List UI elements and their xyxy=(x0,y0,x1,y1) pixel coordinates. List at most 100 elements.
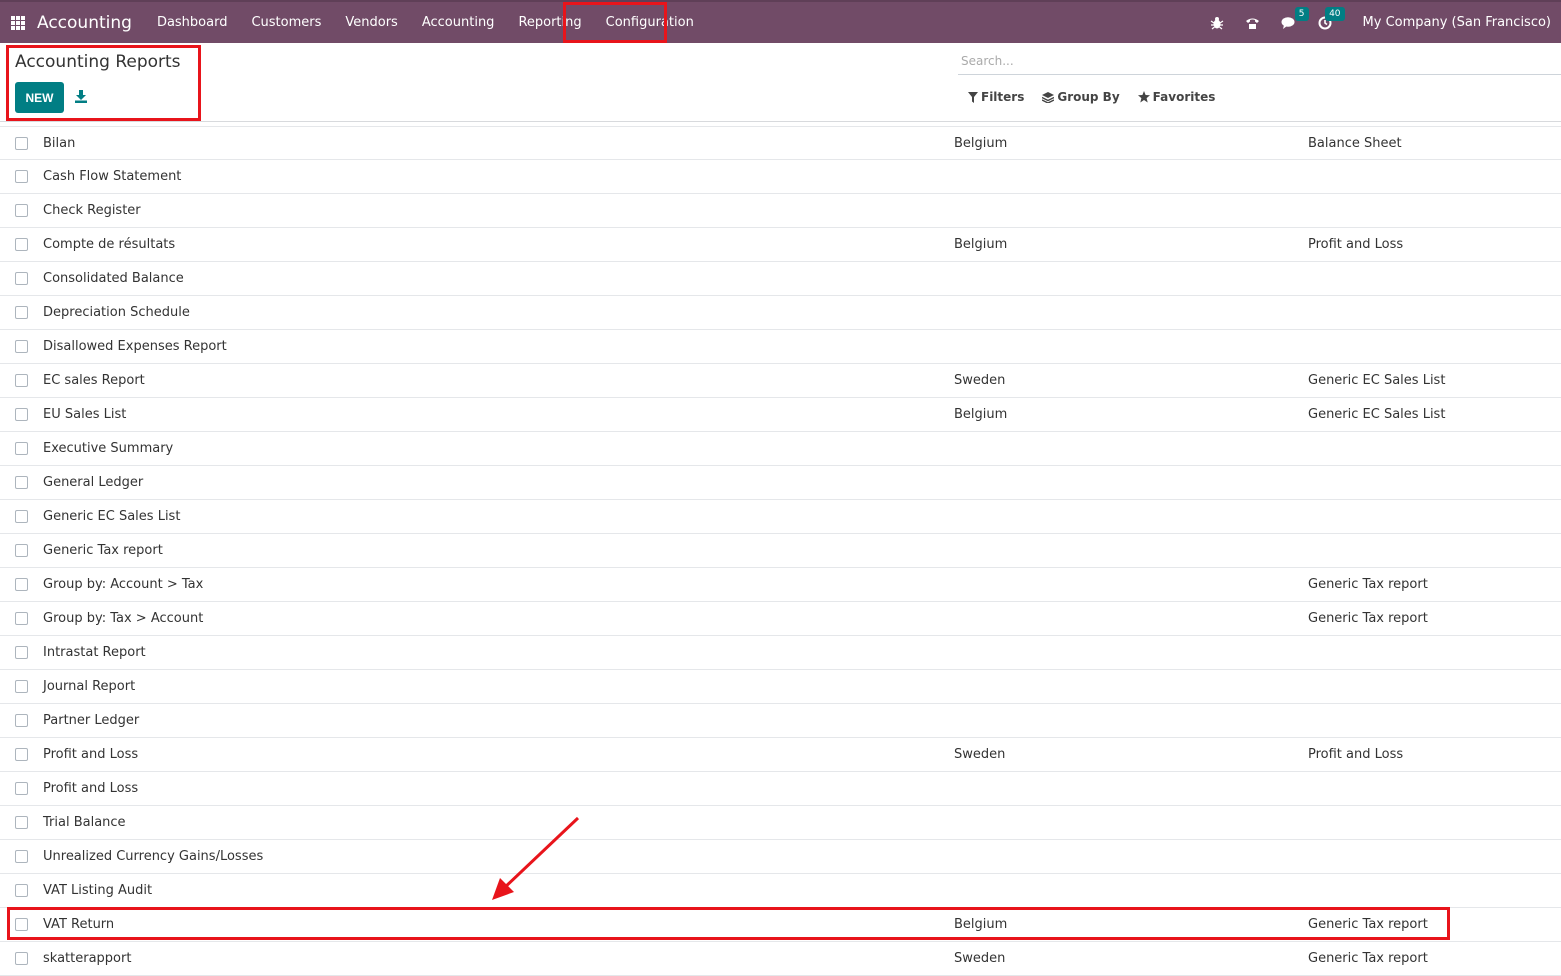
favorites-toggle[interactable]: Favorites xyxy=(1137,90,1215,104)
row-checkbox[interactable] xyxy=(15,476,28,489)
filters-toggle[interactable]: Filters xyxy=(968,90,1024,104)
row-checkbox[interactable] xyxy=(15,374,28,387)
row-checkbox[interactable] xyxy=(15,170,28,183)
download-icon[interactable] xyxy=(74,89,88,105)
row-checkbox[interactable] xyxy=(15,918,28,931)
menu-customers[interactable]: Customers xyxy=(239,2,333,43)
row-checkbox[interactable] xyxy=(15,204,28,217)
table-row[interactable]: Intrastat Report xyxy=(0,636,1561,670)
table-row[interactable]: Consolidated Balance xyxy=(0,262,1561,296)
menu-accounting[interactable]: Accounting xyxy=(410,2,507,43)
row-checkbox[interactable] xyxy=(15,748,28,761)
report-name: Journal Report xyxy=(43,679,136,694)
report-root: Generic Tax report xyxy=(1308,951,1428,966)
report-name: VAT Return xyxy=(43,917,115,932)
menu-vendors[interactable]: Vendors xyxy=(333,2,409,43)
filter-icon xyxy=(968,91,978,103)
star-icon xyxy=(1137,91,1150,103)
report-root: Generic EC Sales List xyxy=(1308,407,1446,422)
row-checkbox[interactable] xyxy=(15,306,28,319)
row-checkbox[interactable] xyxy=(15,850,28,863)
table-row[interactable]: Group by: Tax > Account Generic Tax repor… xyxy=(0,602,1561,636)
row-checkbox[interactable] xyxy=(15,952,28,965)
report-country: Sweden xyxy=(954,747,1006,762)
row-checkbox[interactable] xyxy=(15,714,28,727)
phone-icon[interactable] xyxy=(1245,15,1261,31)
table-row[interactable]: Executive Summary xyxy=(0,432,1561,466)
new-button[interactable]: NEW xyxy=(15,82,64,113)
table-row[interactable]: Cash Flow Statement xyxy=(0,160,1561,194)
search-input[interactable] xyxy=(958,47,1561,74)
row-checkbox[interactable] xyxy=(15,782,28,795)
navbar-systray: 5 40 My Company (San Francisco) xyxy=(1199,2,1551,43)
company-switcher[interactable]: My Company (San Francisco) xyxy=(1363,15,1551,30)
apps-grid-icon[interactable] xyxy=(11,15,25,30)
row-checkbox[interactable] xyxy=(15,578,28,591)
table-row[interactable]: Profit and Loss xyxy=(0,772,1561,806)
report-country: Belgium xyxy=(954,135,1008,151)
table-row[interactable]: Unrealized Currency Gains/Losses xyxy=(0,840,1561,874)
table-row[interactable]: Generic EC Sales List xyxy=(0,500,1561,534)
row-checkbox[interactable] xyxy=(15,884,28,897)
table-row[interactable]: VAT Return Belgium Generic Tax report xyxy=(0,908,1561,942)
row-checkbox[interactable] xyxy=(15,238,28,251)
row-checkbox[interactable] xyxy=(15,612,28,625)
table-row[interactable]: Generic Tax report xyxy=(0,534,1561,568)
report-name: Group by: Account > Tax xyxy=(43,577,204,592)
report-name: Generic EC Sales List xyxy=(43,509,181,524)
row-checkbox[interactable] xyxy=(15,442,28,455)
report-name: Disallowed Expenses Report xyxy=(43,339,227,354)
row-checkbox[interactable] xyxy=(15,272,28,285)
report-name: Bilan xyxy=(43,135,76,151)
table-row[interactable]: EC sales Report Sweden Generic EC Sales Li… xyxy=(0,364,1561,398)
top-navbar: Accounting Dashboard Customers Vendors A… xyxy=(0,0,1561,43)
report-name: Profit and Loss xyxy=(43,747,139,762)
chat-icon[interactable]: 5 xyxy=(1281,6,1309,31)
report-list: Bilan Belgium Balance Sheet Cash Flow Stat… xyxy=(0,126,1561,976)
row-checkbox[interactable] xyxy=(15,408,28,421)
annotation-arrow-icon xyxy=(492,816,580,900)
report-root: Generic Tax report xyxy=(1308,577,1428,592)
report-name: skatterapport xyxy=(43,951,132,966)
row-checkbox[interactable] xyxy=(15,646,28,659)
app-name[interactable]: Accounting xyxy=(37,13,132,33)
table-row[interactable]: EU Sales List Belgium Generic EC Sales Lis… xyxy=(0,398,1561,432)
menu-reporting[interactable]: Reporting xyxy=(506,2,593,43)
page-title: Accounting Reports xyxy=(15,52,181,72)
report-name: Group by: Tax > Account xyxy=(43,611,204,626)
table-row[interactable]: Partner Ledger xyxy=(0,704,1561,738)
activity-count-badge: 40 xyxy=(1325,6,1345,21)
clock-icon[interactable]: 40 xyxy=(1317,6,1345,31)
table-row[interactable]: Profit and Loss Sweden Profit and Loss xyxy=(0,738,1561,772)
table-row[interactable]: Bilan Belgium Balance Sheet xyxy=(0,126,1561,160)
bug-icon[interactable] xyxy=(1209,15,1225,31)
report-name: EU Sales List xyxy=(43,407,127,422)
row-checkbox[interactable] xyxy=(15,680,28,693)
layers-icon xyxy=(1042,91,1055,103)
report-name: Profit and Loss xyxy=(43,781,139,796)
report-root: Generic Tax report xyxy=(1308,611,1428,626)
report-country: Belgium xyxy=(954,237,1008,252)
table-row[interactable]: Disallowed Expenses Report xyxy=(0,330,1561,364)
row-checkbox[interactable] xyxy=(15,510,28,523)
table-row[interactable]: skatterapport Sweden Generic Tax report xyxy=(0,942,1561,976)
row-checkbox[interactable] xyxy=(15,816,28,829)
table-row[interactable]: Group by: Account > Tax Generic Tax repor… xyxy=(0,568,1561,602)
table-row[interactable]: VAT Listing Audit xyxy=(0,874,1561,908)
menu-dashboard[interactable]: Dashboard xyxy=(145,2,240,43)
report-root: Profit and Loss xyxy=(1308,747,1404,762)
group-by-toggle[interactable]: Group By xyxy=(1042,90,1120,104)
row-checkbox[interactable] xyxy=(15,340,28,353)
panel-divider xyxy=(0,121,1561,122)
table-row[interactable]: Trial Balance xyxy=(0,806,1561,840)
menu-configuration[interactable]: Configuration xyxy=(594,2,706,43)
row-checkbox[interactable] xyxy=(15,136,28,150)
table-row[interactable]: Depreciation Schedule xyxy=(0,296,1561,330)
table-row[interactable]: Compte de résultats Belgium Profit and Los… xyxy=(0,228,1561,262)
table-row[interactable]: General Ledger xyxy=(0,466,1561,500)
report-country: Belgium xyxy=(954,917,1008,932)
table-row[interactable]: Check Register xyxy=(0,194,1561,228)
row-checkbox[interactable] xyxy=(15,544,28,557)
report-name: Cash Flow Statement xyxy=(43,169,182,184)
table-row[interactable]: Journal Report xyxy=(0,670,1561,704)
